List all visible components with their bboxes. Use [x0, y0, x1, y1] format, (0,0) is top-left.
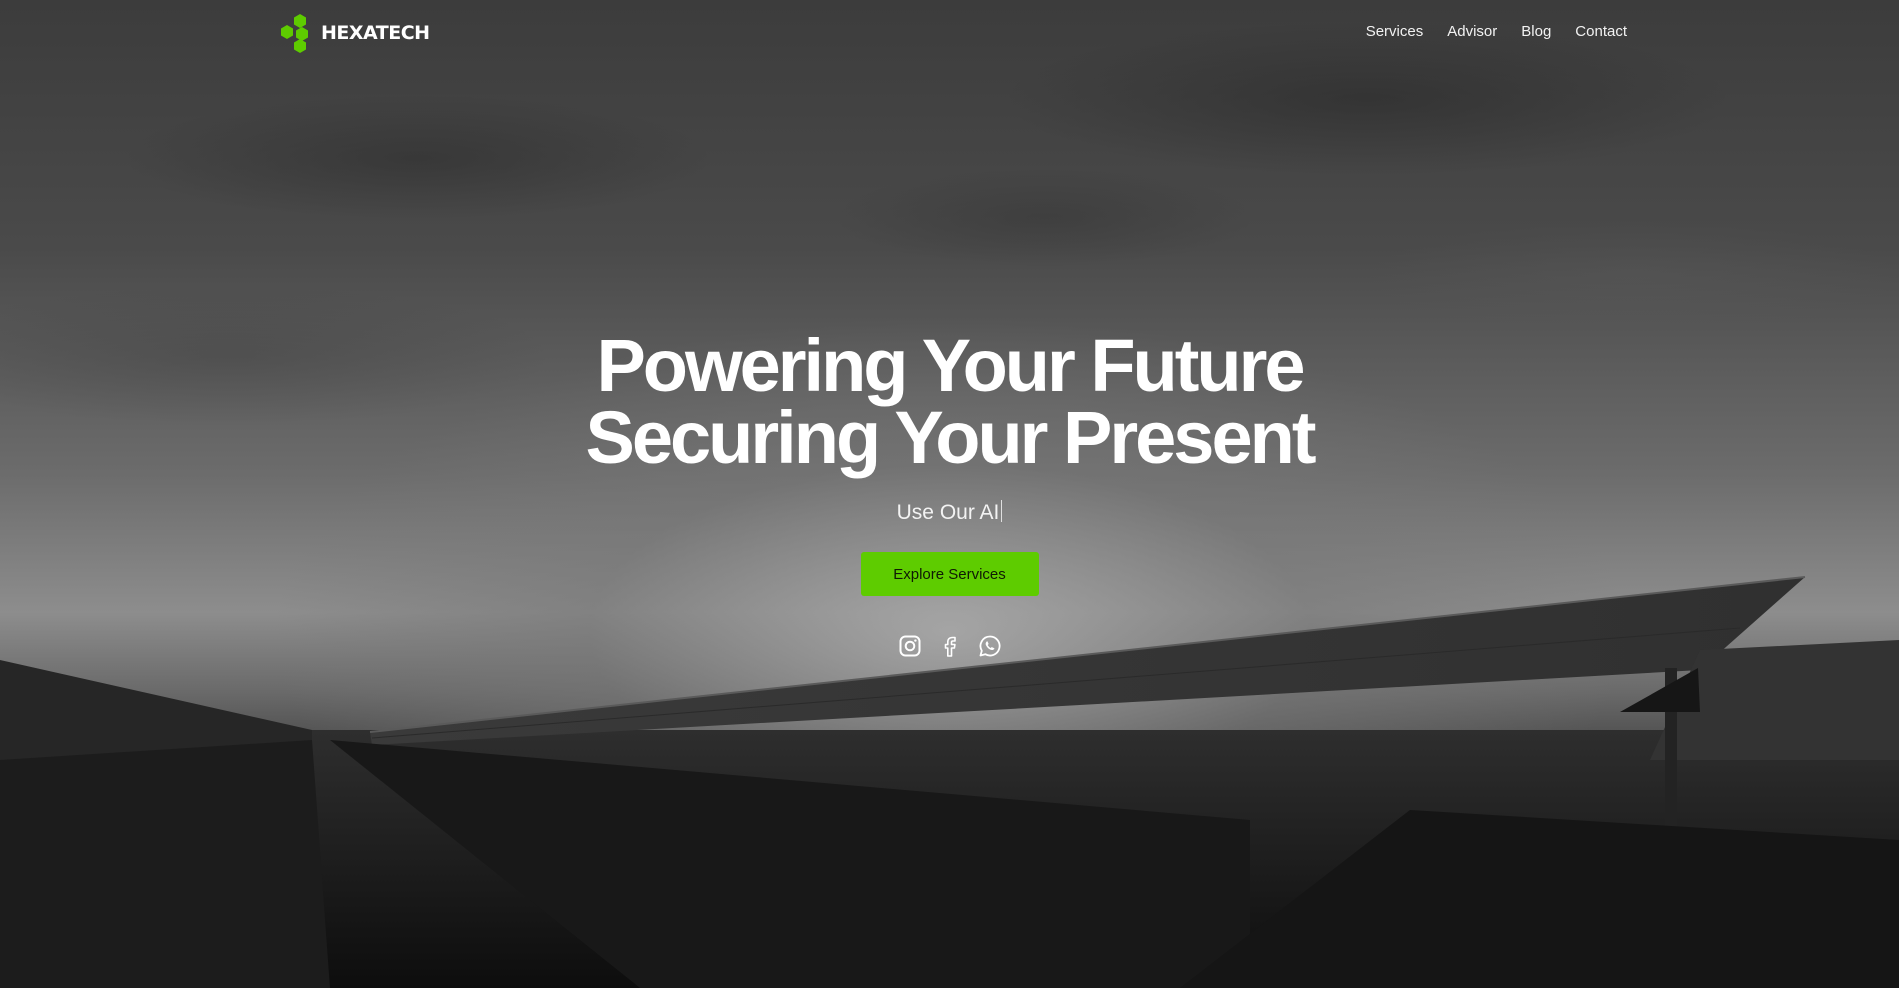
panel-bracket [1620, 668, 1700, 712]
typing-text: Use Our AI [896, 501, 1000, 524]
top-navigation: HEXATECH Services Advisor Blog Contact [0, 0, 1899, 66]
nav-link-blog[interactable]: Blog [1521, 23, 1551, 40]
hero-section: HEXATECH Services Advisor Blog Contact P… [0, 0, 1899, 988]
typing-subtitle: Use Our AI [0, 500, 1899, 528]
hero-headline: Powering Your Future Securing Your Prese… [0, 324, 1899, 479]
typing-caret [1001, 500, 1003, 522]
nav-links: Services Advisor Blog Contact [1366, 23, 1627, 40]
explore-services-button[interactable]: Explore Services [860, 552, 1039, 596]
hexagon-cluster-icon [281, 14, 308, 53]
nav-link-advisor[interactable]: Advisor [1447, 23, 1497, 40]
instagram-icon[interactable] [898, 634, 922, 658]
left-panel-shadow [0, 740, 330, 988]
nav-link-contact[interactable]: Contact [1575, 23, 1627, 40]
headline-line-1: Powering Your Future [596, 324, 1305, 407]
whatsapp-icon[interactable] [978, 634, 1002, 658]
facebook-icon[interactable] [938, 634, 962, 658]
nav-link-services[interactable]: Services [1366, 23, 1424, 40]
headline-line-2: Securing Your Present [585, 396, 1317, 479]
brand-logo[interactable]: HEXATECH [273, 12, 430, 54]
social-links [0, 634, 1899, 658]
brand-name: HEXATECH [321, 22, 430, 44]
hero-content: Powering Your Future Securing Your Prese… [0, 324, 1899, 658]
